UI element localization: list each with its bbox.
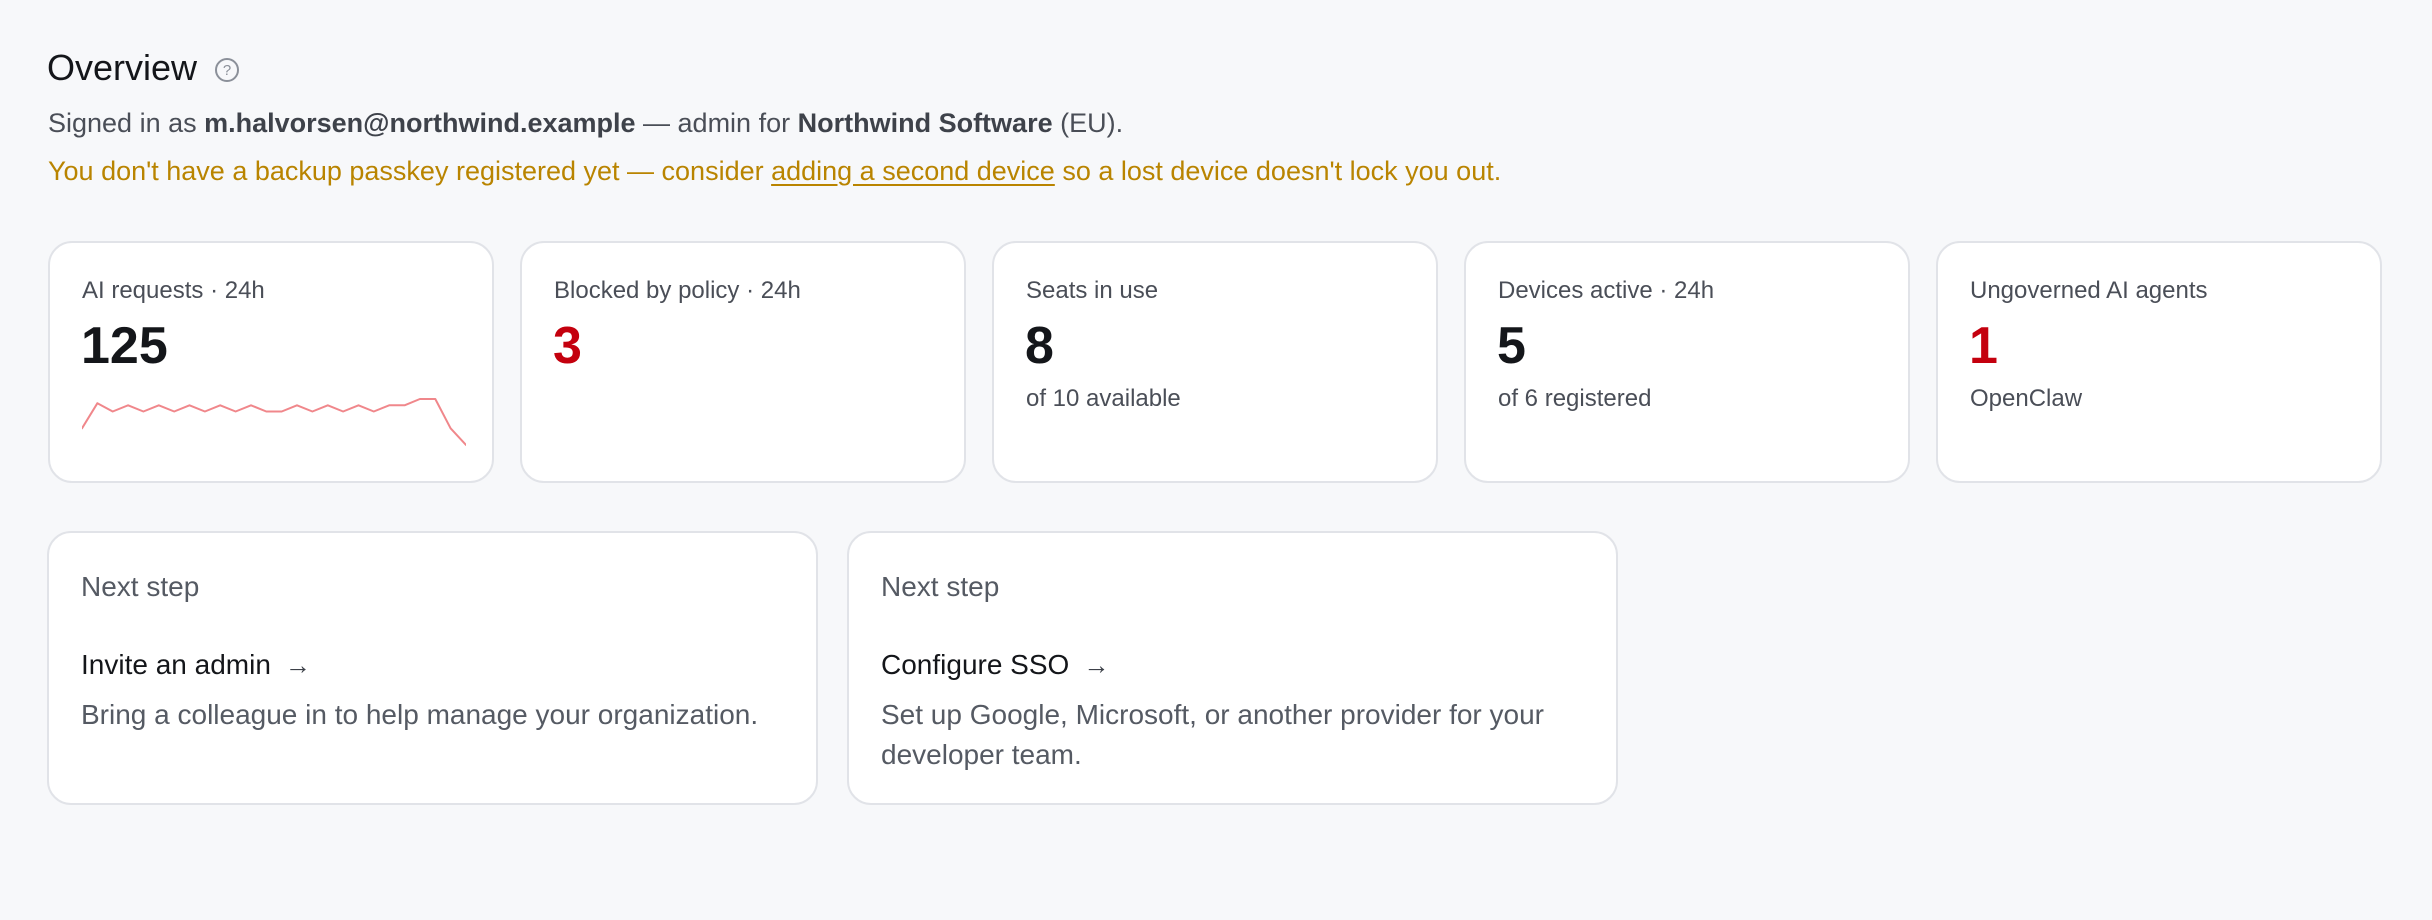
stat-card-seats-in-use: Seats in use 8 of 10 available <box>992 241 1438 483</box>
backup-passkey-warning: You don't have a backup passkey register… <box>48 156 1501 187</box>
stat-sub: of 6 registered <box>1498 385 1652 412</box>
signed-in-middle: — admin for <box>635 108 798 138</box>
header: Overview ? <box>47 47 240 88</box>
stat-sub: of 10 available <box>1026 385 1181 412</box>
configure-sso-link[interactable]: Configure SSO → <box>881 649 1109 681</box>
signed-in-suffix: (EU). <box>1052 108 1124 138</box>
overview-page: Overview ? Signed in as m.halvorsen@nort… <box>0 0 2432 920</box>
warning-suffix: so a lost device doesn't lock you out. <box>1054 156 1502 186</box>
stat-card-blocked-by-policy: Blocked by policy · 24h 3 <box>520 241 966 483</box>
question-circle-icon[interactable]: ? <box>215 58 240 82</box>
signed-in-text: Signed in as m.halvorsen@northwind.examp… <box>48 108 1123 139</box>
stat-card-ai-requests: AI requests · 24h 125 <box>48 241 494 483</box>
stat-card-ungoverned-ai-agents: Ungoverned AI agents 1 OpenClaw <box>1936 241 2382 483</box>
stat-card-devices-active: Devices active · 24h 5 of 6 registered <box>1464 241 1910 483</box>
arrow-right-icon: → <box>1083 649 1110 680</box>
arrow-right-icon: → <box>284 649 311 680</box>
stat-label: Devices active · 24h <box>1498 277 1715 304</box>
next-step-link-label[interactable]: Invite an admin <box>81 649 271 681</box>
stat-label: Seats in use <box>1026 277 1159 304</box>
next-step-card-invite-admin: Next step Invite an admin → Bring a coll… <box>47 531 818 805</box>
stat-value: 1 <box>1969 317 1998 375</box>
add-second-device-link[interactable]: adding a second device <box>771 156 1055 186</box>
next-step-description: Set up Google, Microsoft, or another pro… <box>881 699 1544 770</box>
next-step-card-configure-sso: Next step Configure SSO → Set up Google,… <box>847 531 1618 805</box>
stat-label: AI requests · 24h <box>82 277 265 304</box>
warning-prefix: You don't have a backup passkey register… <box>48 156 772 186</box>
ai-requests-sparkline <box>82 398 466 446</box>
next-step-link-label[interactable]: Configure SSO <box>881 649 1069 681</box>
stat-value: 8 <box>1025 317 1054 375</box>
next-step-label: Next step <box>81 571 200 602</box>
stat-sub: OpenClaw <box>1970 385 2083 412</box>
stat-label: Blocked by policy · 24h <box>554 277 801 304</box>
stat-label: Ungoverned AI agents <box>1970 277 2208 304</box>
invite-admin-link[interactable]: Invite an admin → <box>81 649 311 681</box>
stat-value: 3 <box>553 317 582 375</box>
signed-in-email: m.halvorsen@northwind.example <box>204 108 636 138</box>
page-title: Overview <box>47 47 198 88</box>
signed-in-prefix: Signed in as <box>48 108 205 138</box>
next-step-label: Next step <box>881 571 1000 602</box>
stat-value: 5 <box>1497 317 1526 375</box>
next-step-description: Bring a colleague in to help manage your… <box>81 699 759 730</box>
org-name: Northwind Software <box>797 108 1053 138</box>
stat-value: 125 <box>81 317 168 375</box>
